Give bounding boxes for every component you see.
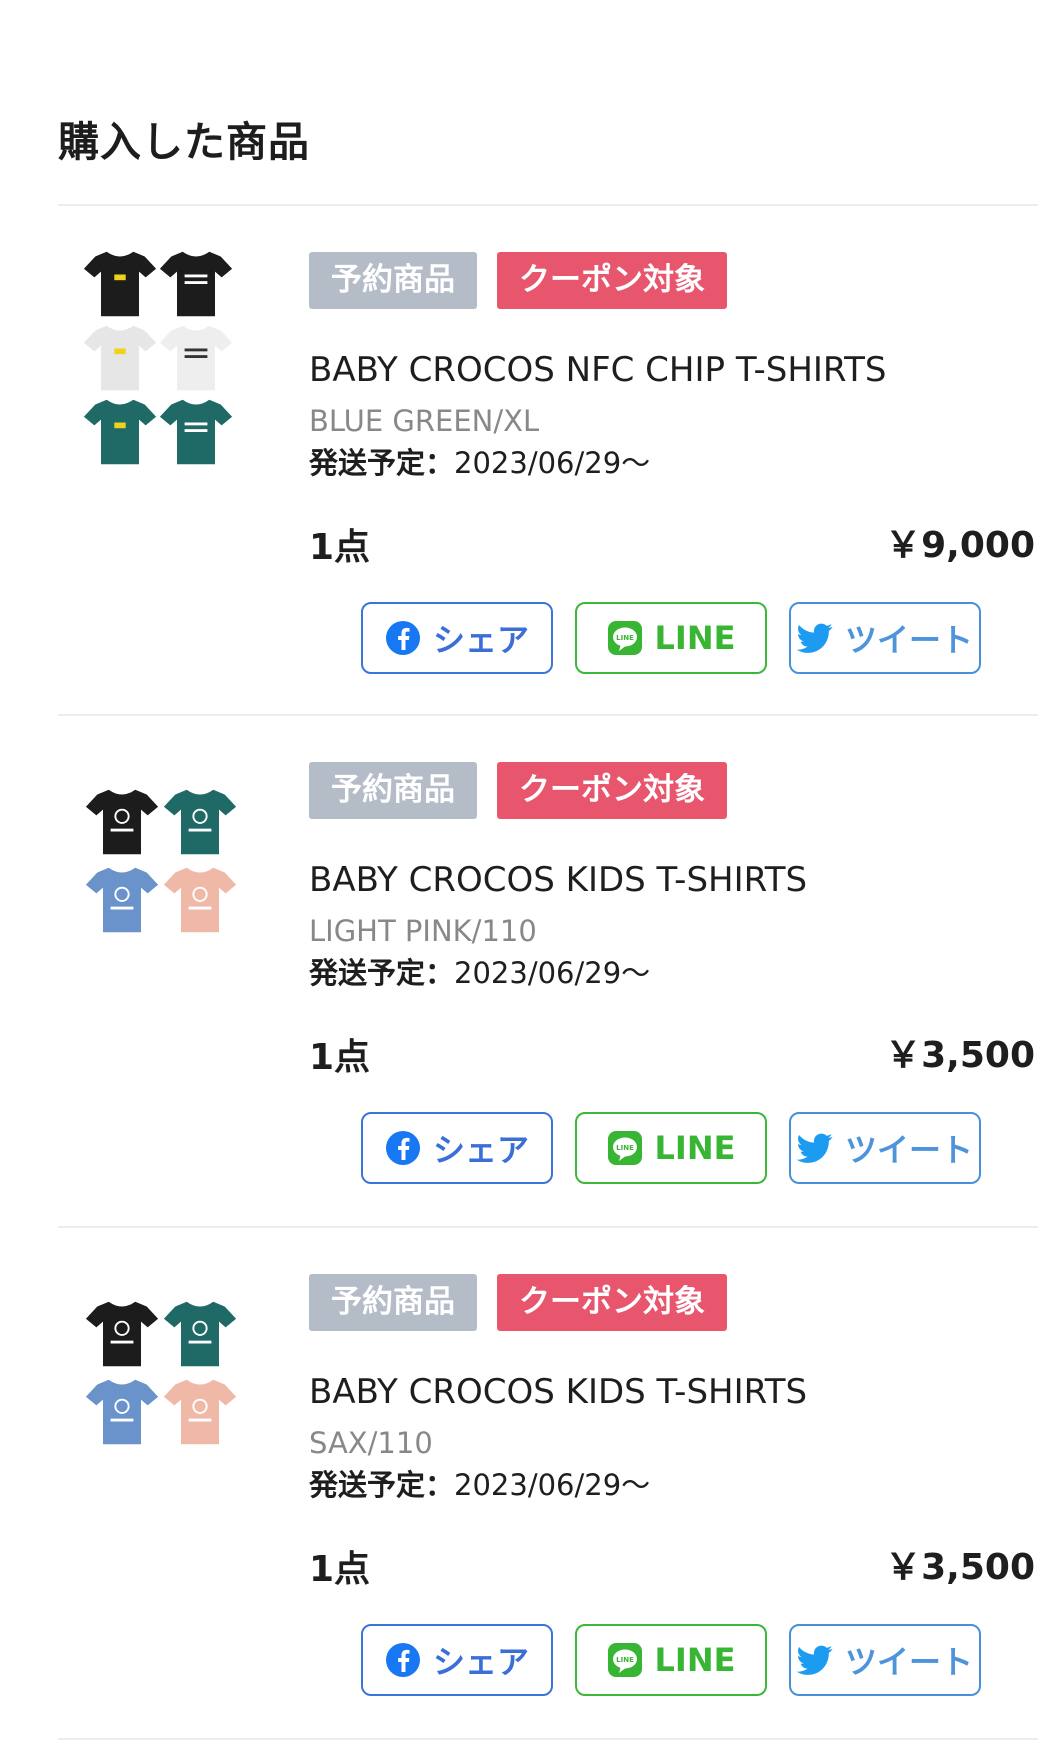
line-share-button[interactable]: LINE LINE: [575, 1624, 767, 1696]
share-buttons: シェア LINE LINE ツイート: [361, 1112, 981, 1184]
line-share-button[interactable]: LINE LINE: [575, 602, 767, 674]
tshirt-icon: [163, 1379, 237, 1445]
tshirt-icon: [85, 1379, 159, 1445]
price: ￥3,500: [885, 1547, 1035, 1588]
product-variant: SAX/110: [309, 1426, 433, 1460]
product-name[interactable]: BABY CROCOS KIDS T-SHIRTS: [309, 1372, 807, 1412]
price: ￥9,000: [885, 525, 1035, 566]
tshirt-icon: [85, 789, 159, 855]
tshirt-icon: [83, 325, 157, 391]
page-title: 購入した商品: [58, 118, 310, 166]
svg-text:LINE: LINE: [616, 1656, 634, 1664]
shipping-date: 2023/06/29〜: [454, 446, 651, 480]
quantity: 1点: [309, 1037, 371, 1078]
tshirt-icon: [83, 251, 157, 317]
divider: [58, 1738, 1038, 1740]
price: ￥3,500: [885, 1035, 1035, 1076]
facebook-share-label: シェア: [432, 1131, 529, 1169]
tshirt-icon: [159, 325, 233, 391]
shipping-date: 2023/06/29〜: [454, 956, 651, 990]
shipping-schedule: 発送予定：2023/06/29〜: [309, 950, 650, 992]
share-buttons: シェア LINE LINE ツイート: [361, 602, 981, 674]
product-image[interactable]: [82, 246, 252, 466]
line-share-button[interactable]: LINE LINE: [575, 1112, 767, 1184]
line-icon: LINE: [607, 1130, 643, 1166]
twitter-share-button[interactable]: ツイート: [789, 1624, 981, 1696]
tshirt-icon: [83, 399, 157, 465]
tshirt-icon: [85, 867, 159, 933]
twitter-icon: [796, 1130, 833, 1166]
share-buttons: シェア LINE LINE ツイート: [361, 1624, 981, 1696]
product-name[interactable]: BABY CROCOS NFC CHIP T-SHIRTS: [309, 350, 886, 390]
facebook-icon: [385, 620, 421, 656]
shipping-schedule: 発送予定：2023/06/29〜: [309, 440, 650, 482]
shipping-label: 発送予定：: [309, 1468, 455, 1502]
facebook-share-button[interactable]: シェア: [361, 1112, 553, 1184]
shipping-schedule: 発送予定：2023/06/29〜: [309, 1462, 650, 1504]
line-icon: LINE: [607, 1642, 643, 1678]
shipping-date: 2023/06/29〜: [454, 1468, 651, 1502]
tshirt-icon: [159, 251, 233, 317]
facebook-icon: [385, 1130, 421, 1166]
list-item: 予約商品 クーポン対象 BABY CROCOS KIDS T-SHIRTS LI…: [0, 716, 1057, 1226]
product-image[interactable]: [84, 784, 254, 1004]
twitter-share-button[interactable]: ツイート: [789, 602, 981, 674]
facebook-share-label: シェア: [432, 1643, 529, 1681]
quantity: 1点: [309, 1549, 371, 1590]
svg-text:LINE: LINE: [616, 634, 634, 642]
facebook-share-button[interactable]: シェア: [361, 1624, 553, 1696]
twitter-icon: [796, 620, 833, 656]
line-share-label: LINE: [654, 1641, 736, 1679]
product-variant: LIGHT PINK/110: [309, 914, 537, 948]
product-image[interactable]: [84, 1296, 254, 1516]
tshirt-icon: [163, 789, 237, 855]
twitter-share-label: ツイート: [844, 1131, 973, 1169]
facebook-share-button[interactable]: シェア: [361, 602, 553, 674]
coupon-badge: クーポン対象: [497, 762, 727, 819]
tshirt-icon: [163, 867, 237, 933]
line-share-label: LINE: [654, 1129, 736, 1167]
list-item: 予約商品 クーポン対象 BABY CROCOS NFC CHIP T-SHIRT…: [0, 206, 1057, 716]
tshirt-icon: [159, 399, 233, 465]
list-item: 予約商品 クーポン対象 BABY CROCOS KIDS T-SHIRTS SA…: [0, 1228, 1057, 1738]
coupon-badge: クーポン対象: [497, 252, 727, 309]
reserve-badge: 予約商品: [309, 762, 477, 819]
twitter-share-button[interactable]: ツイート: [789, 1112, 981, 1184]
tshirt-icon: [85, 1301, 159, 1367]
shipping-label: 発送予定：: [309, 446, 455, 480]
line-icon: LINE: [607, 620, 643, 656]
shipping-label: 発送予定：: [309, 956, 455, 990]
svg-text:LINE: LINE: [616, 1144, 634, 1152]
tshirt-icon: [163, 1301, 237, 1367]
twitter-share-label: ツイート: [844, 1643, 973, 1681]
line-share-label: LINE: [654, 619, 736, 657]
product-variant: BLUE GREEN/XL: [309, 404, 540, 438]
facebook-icon: [385, 1642, 421, 1678]
reserve-badge: 予約商品: [309, 1274, 477, 1331]
coupon-badge: クーポン対象: [497, 1274, 727, 1331]
twitter-share-label: ツイート: [844, 621, 973, 659]
twitter-icon: [796, 1642, 833, 1678]
facebook-share-label: シェア: [432, 621, 529, 659]
reserve-badge: 予約商品: [309, 252, 477, 309]
product-name[interactable]: BABY CROCOS KIDS T-SHIRTS: [309, 860, 807, 900]
quantity: 1点: [309, 527, 371, 568]
